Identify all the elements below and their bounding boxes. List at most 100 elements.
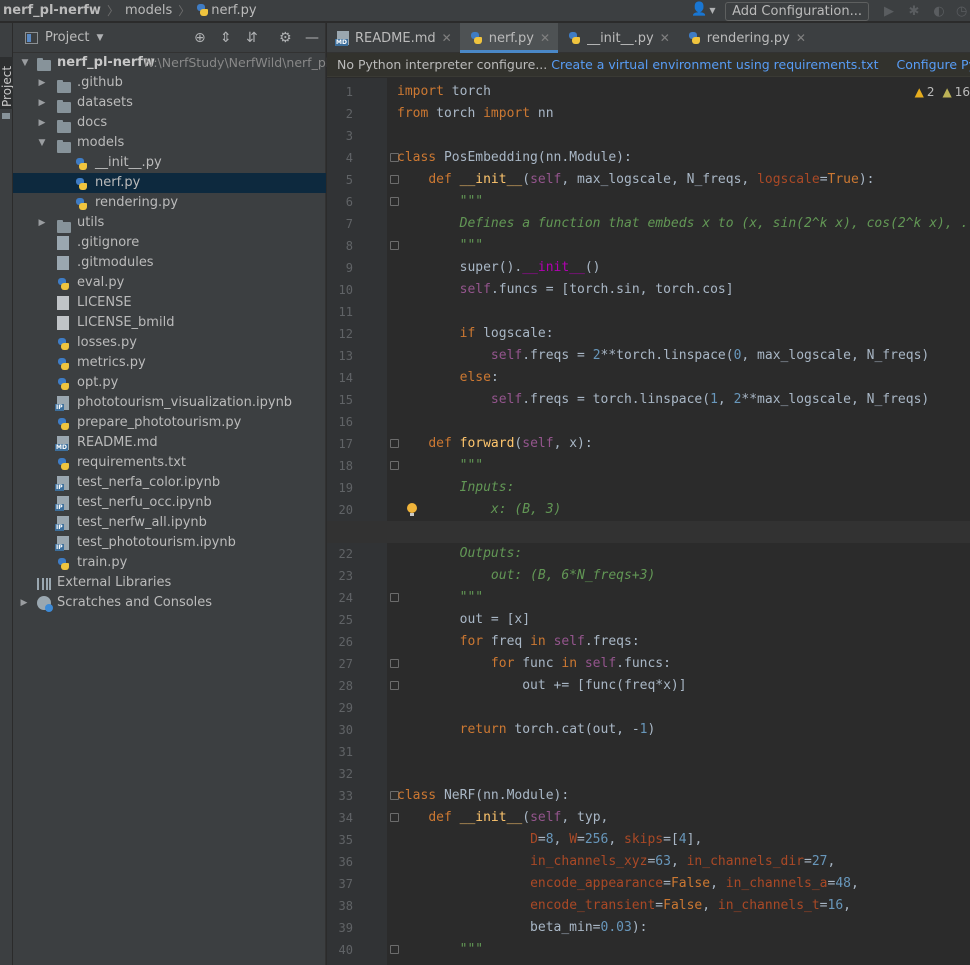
line-number: 3: [345, 129, 353, 143]
code-line: else:: [459, 370, 499, 385]
hide-icon[interactable]: —: [305, 31, 319, 45]
line-number: 11: [338, 305, 353, 319]
tree-item[interactable]: External Libraries: [13, 573, 326, 593]
code-line: self.freqs = 2**torch.linspace(0, max_lo…: [490, 348, 930, 363]
tree-item-label: LICENSE_bmild: [77, 315, 175, 330]
folder-icon: [2, 113, 10, 119]
tree-item[interactable]: prepare_phototourism.py: [13, 413, 326, 433]
tree-item[interactable]: LICENSE: [13, 293, 326, 313]
code-line: out = [x]: [397, 612, 531, 627]
tree-item[interactable]: nerf.py: [13, 173, 326, 193]
line-number: 5: [345, 173, 353, 187]
close-icon[interactable]: ✕: [442, 31, 452, 45]
tree-item[interactable]: eval.py: [13, 273, 326, 293]
code-line: import torch: [397, 84, 491, 99]
tree-item-label: test_nerfa_color.ipynb: [77, 475, 221, 490]
chevron-right-icon[interactable]: ▶: [36, 73, 48, 93]
tree-item[interactable]: losses.py: [13, 333, 326, 353]
tree-item[interactable]: LICENSE_bmild: [13, 313, 326, 333]
tree-item[interactable]: requirements.txt: [13, 453, 326, 473]
breadcrumb-file[interactable]: nerf.py: [192, 0, 260, 22]
chevron-right-icon[interactable]: ▶: [18, 593, 30, 613]
tree-item[interactable]: ▶ datasets: [13, 93, 326, 113]
line-number: 15: [338, 393, 353, 407]
tree-item[interactable]: metrics.py: [13, 353, 326, 373]
tree-item[interactable]: ▼ models: [13, 133, 326, 153]
breadcrumb-folder-label: models: [124, 3, 173, 18]
tree-item[interactable]: ▶ Scratches and Consoles: [13, 593, 326, 613]
create-venv-link[interactable]: Create a virtual environment using requi…: [551, 57, 878, 72]
chevron-right-icon[interactable]: ▶: [36, 93, 48, 113]
tree-item[interactable]: rendering.py: [13, 193, 326, 213]
tree-item[interactable]: .gitignore: [13, 233, 326, 253]
tree-item-label: models: [77, 135, 125, 150]
locate-icon[interactable]: ⊕: [194, 31, 206, 45]
editor-tab-label: README.md: [355, 30, 436, 46]
tree-item[interactable]: test_nerfu_occ.ipynb: [13, 493, 326, 513]
breadcrumb-project[interactable]: nerf_pl-nerfw: [0, 0, 105, 22]
line-number: 39: [338, 921, 353, 935]
breadcrumb-folder[interactable]: models: [121, 0, 176, 22]
chevron-right-icon[interactable]: ▶: [36, 113, 48, 133]
tree-item[interactable]: ▶ .github: [13, 73, 326, 93]
editor-tab[interactable]: nerf.py ✕: [459, 23, 559, 53]
expand-all-icon[interactable]: ⇵: [246, 31, 258, 45]
tree-item-label: datasets: [77, 95, 133, 110]
tree-item[interactable]: train.py: [13, 553, 326, 573]
line-number: 30: [338, 723, 353, 737]
configure-interpreter-link[interactable]: Configure Python interpreter: [896, 57, 970, 72]
code-line: """: [397, 194, 484, 209]
notice-text: No Python interpreter configure...: [337, 57, 548, 72]
editor-tab[interactable]: __init__.py ✕: [558, 23, 678, 53]
tree-item-label: .gitmodules: [77, 255, 154, 270]
gear-icon[interactable]: ⚙: [279, 31, 292, 45]
collapse-all-icon[interactable]: ⇕: [220, 31, 232, 45]
line-number: 35: [338, 833, 353, 847]
editor: README.md✕nerf.py✕__init__.py✕rendering.…: [327, 23, 970, 965]
project-panel-title[interactable]: Project: [45, 30, 89, 45]
line-number: 19: [338, 481, 353, 495]
tree-item-label: phototourism_visualization.ipynb: [77, 395, 293, 410]
tree-item[interactable]: test_nerfw_all.ipynb: [13, 513, 326, 533]
user-icon[interactable]: 👤 ▼: [691, 2, 717, 20]
coverage-icon[interactable]: ◐: [931, 3, 947, 19]
tree-item[interactable]: opt.py: [13, 373, 326, 393]
tree-item[interactable]: ▶ utils: [13, 213, 326, 233]
python-file-icon: [196, 4, 209, 17]
code-line: def forward(self, x):: [428, 436, 593, 451]
debug-icon[interactable]: ✱: [906, 3, 922, 19]
line-number: 20: [338, 503, 353, 517]
line-number: 27: [338, 657, 353, 671]
line-number: 12: [338, 327, 353, 341]
tree-item[interactable]: __init__.py: [13, 153, 326, 173]
project-tool-button[interactable]: Project: [0, 57, 14, 109]
tree-item[interactable]: test_phototourism.ipynb: [13, 533, 326, 553]
line-number: 31: [338, 745, 353, 759]
line-number: 24: [338, 591, 353, 605]
interpreter-notice: No Python interpreter configure... Create…: [327, 53, 970, 77]
tree-item[interactable]: .gitmodules: [13, 253, 326, 273]
profile-icon[interactable]: ◷: [956, 3, 970, 19]
tree-root[interactable]: ▼ nerf_pl-nerfw N:\NerfStudy\NerfWild\ne…: [13, 53, 334, 73]
run-icon[interactable]: ▶: [881, 3, 897, 19]
close-icon[interactable]: ✕: [660, 31, 670, 45]
tree-item[interactable]: ▶ docs: [13, 113, 326, 133]
editor-tab[interactable]: README.md ✕: [327, 23, 460, 53]
chevron-down-icon[interactable]: ▼: [19, 53, 31, 73]
chevron-down-icon[interactable]: ▼: [96, 33, 103, 43]
tree-item[interactable]: README.md: [13, 433, 326, 453]
chevron-right-icon[interactable]: ▶: [36, 213, 48, 233]
python-file-icon: [568, 31, 581, 45]
close-icon[interactable]: ✕: [540, 31, 550, 45]
tree-item[interactable]: test_nerfa_color.ipynb: [13, 473, 326, 493]
line-number: 9: [345, 261, 353, 275]
tree-item[interactable]: phototourism_visualization.ipynb: [13, 393, 326, 413]
markdown-file-icon: [335, 31, 349, 46]
code-line: encode_transient=False, in_channels_t=16…: [530, 898, 851, 913]
add-configuration-button[interactable]: Add Configuration...: [725, 1, 869, 21]
code-line: D=8, W=256, skips=[4],: [530, 832, 703, 847]
code-area[interactable]: import torch from torch import nn class Po…: [387, 78, 970, 965]
close-icon[interactable]: ✕: [796, 31, 806, 45]
editor-tab[interactable]: rendering.py ✕: [678, 23, 814, 53]
chevron-down-icon[interactable]: ▼: [36, 133, 48, 153]
